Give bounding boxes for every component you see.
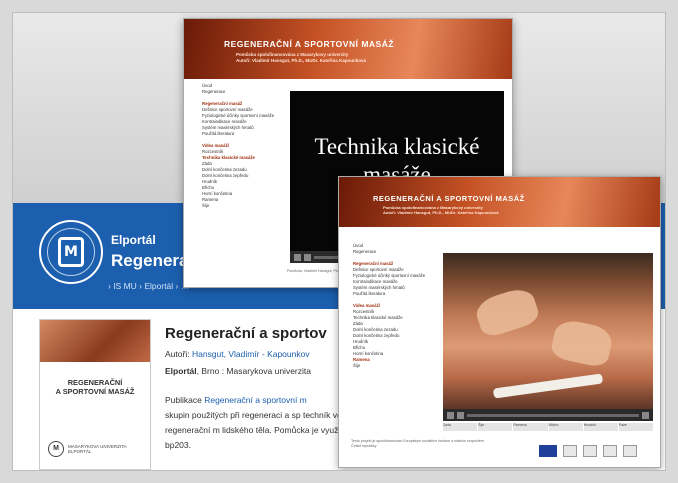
nav-item[interactable]: Šíje bbox=[353, 363, 439, 369]
site-banner: REGENERAČNÍ A SPORTOVNÍ MASÁŽ Pomůcka sp… bbox=[184, 19, 512, 79]
chapter-label[interactable]: Břicho bbox=[548, 423, 583, 431]
chapter-label[interactable]: Šíje bbox=[478, 423, 513, 431]
play-icon[interactable] bbox=[294, 253, 301, 261]
publication-title: Regenerační a sportov bbox=[165, 325, 327, 342]
cover-title: REGENERAČNÍ A SPORTOVNÍ MASÁŽ bbox=[40, 378, 150, 396]
nav-item[interactable]: Šíje bbox=[202, 203, 284, 209]
chapter-strip: Záda Šíje Ramena Břicho Hrudník Paže bbox=[443, 423, 654, 431]
strap-shape bbox=[492, 373, 604, 399]
hand-shape bbox=[472, 284, 542, 340]
cover-uni-line2: ELPORTÁL bbox=[68, 449, 92, 454]
mu-logo bbox=[623, 445, 637, 457]
cover-title-line2: A SPORTOVNÍ MASÁŽ bbox=[55, 387, 135, 396]
chapter-label[interactable]: Paže bbox=[618, 423, 654, 431]
authors-link[interactable]: Hansgut, Vladimír - Kapounkov bbox=[192, 349, 310, 359]
banner-title: REGENERAČNÍ A SPORTOVNÍ MASÁŽ bbox=[224, 39, 395, 49]
stop-icon[interactable] bbox=[304, 253, 311, 261]
cover-photo bbox=[40, 320, 150, 362]
cover-university: M MASARYKOVA UNIVERZITA ELPORTÁL bbox=[48, 441, 127, 457]
banner-sub2: Autoři: Vladimír Hansgut, Ph.D., MUDr. K… bbox=[236, 57, 367, 63]
chapter-label[interactable]: Ramena bbox=[513, 423, 548, 431]
screenshot-video-massage[interactable]: REGENERAČNÍ A SPORTOVNÍ MASÁŽ Pomůcka sp… bbox=[338, 176, 661, 468]
hand-shape bbox=[549, 317, 615, 369]
banner-subtitle: Pomůcka spolufinancována z Masarykovy un… bbox=[236, 52, 366, 63]
university-seal-logo[interactable]: M bbox=[39, 220, 103, 284]
publisher-name: Elportál bbox=[165, 366, 197, 376]
volume-icon[interactable] bbox=[642, 411, 649, 419]
banner-sub1: Pomůcka spolufinancována z Masarykovy un… bbox=[236, 52, 349, 57]
breadcrumb[interactable]: › IS MU › Elportál › … bbox=[108, 281, 189, 291]
chapter-label[interactable]: Hrudník bbox=[583, 423, 618, 431]
funding-logos bbox=[539, 445, 637, 457]
banner-sub2: Autoři: Vladimír Hansgut, Ph.D., MUDr. K… bbox=[383, 210, 499, 215]
play-icon[interactable] bbox=[447, 411, 454, 419]
site-nav: Úvod Regenerace Regenerační masáž Defini… bbox=[353, 243, 439, 369]
cover-title-line1: REGENERAČNÍ bbox=[67, 378, 123, 387]
video-frame-massage[interactable] bbox=[443, 253, 653, 409]
video-controls[interactable] bbox=[443, 409, 653, 421]
site-nav: Úvod Regenerace Regenerační masáž Defini… bbox=[202, 83, 284, 209]
site-banner: REGENERAČNÍ A SPORTOVNÍ MASÁŽ Pomůcka sp… bbox=[339, 177, 660, 227]
eu-flag-logo bbox=[539, 445, 557, 457]
cover-university-text: MASARYKOVA UNIVERZITA ELPORTÁL bbox=[68, 444, 127, 455]
chapter-label[interactable]: Záda bbox=[443, 423, 478, 431]
seal-ring bbox=[47, 228, 95, 276]
portal-label[interactable]: Elportál bbox=[111, 233, 156, 247]
promo-frame: M Elportál Regeneraci › IS MU › Elportál… bbox=[12, 12, 666, 471]
cover-seal-icon: M bbox=[48, 441, 64, 457]
banner-subtitle: Pomůcka spolufinancována z Masarykovy un… bbox=[383, 205, 499, 215]
publication-publisher: Elportál, Brno : Masarykova univerzita bbox=[165, 366, 311, 376]
desc-link[interactable]: Regenerační a sportovní m bbox=[204, 395, 307, 405]
ministry-logo bbox=[583, 445, 597, 457]
esf-logo bbox=[563, 445, 577, 457]
op-logo bbox=[603, 445, 617, 457]
banner-title: REGENERAČNÍ A SPORTOVNÍ MASÁŽ bbox=[373, 194, 525, 203]
book-cover[interactable]: REGENERAČNÍ A SPORTOVNÍ MASÁŽ M MASARYKO… bbox=[39, 319, 151, 470]
publication-authors: Autoři: Hansgut, Vladimír - Kapounkov bbox=[165, 349, 310, 359]
site-footer: Tento projekt je spolufinancován Evropsk… bbox=[351, 439, 484, 448]
stop-icon[interactable] bbox=[457, 411, 464, 419]
seek-bar[interactable] bbox=[467, 413, 639, 417]
publisher-info: , Brno : Masarykova univerzita bbox=[196, 366, 311, 376]
desc-intro: Publikace bbox=[165, 395, 205, 405]
authors-label: Autoři: bbox=[165, 349, 190, 359]
